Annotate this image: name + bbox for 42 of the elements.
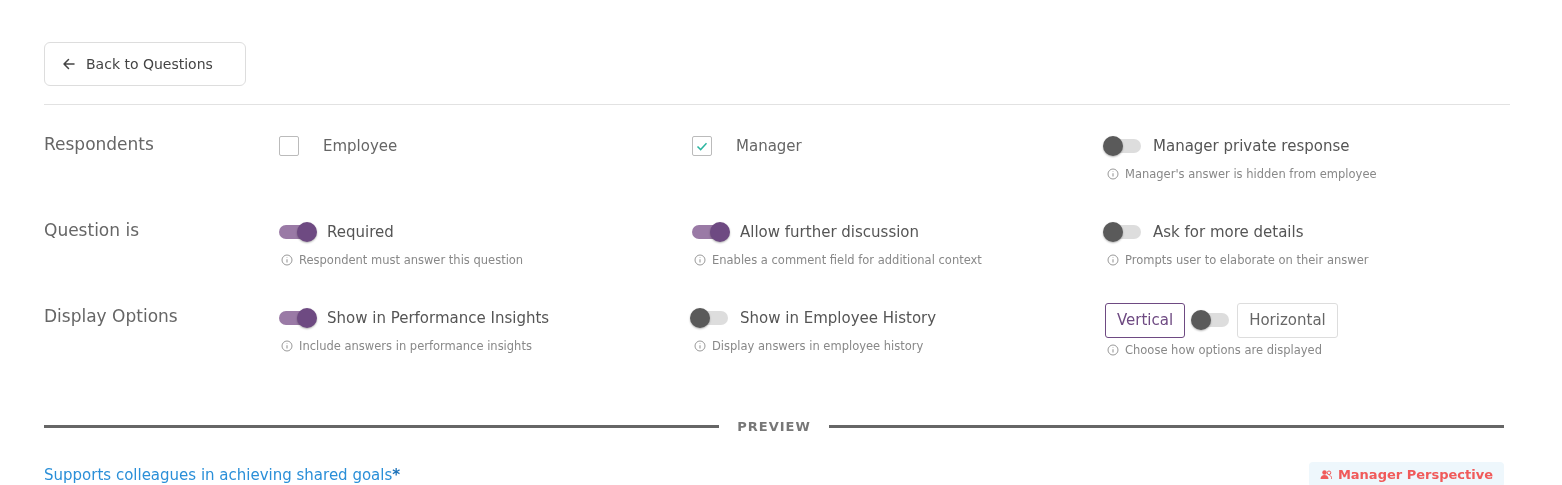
- toggle-label: Required: [327, 223, 394, 241]
- toggle-switch[interactable]: [1193, 313, 1230, 327]
- checkbox[interactable]: [692, 136, 712, 156]
- perspective-badge: Manager Perspective: [1308, 462, 1504, 485]
- hint-text: Respondent must answer this question: [299, 253, 524, 267]
- hint-text: Include answers in performance insights: [299, 339, 532, 353]
- info-icon: [694, 340, 706, 352]
- preview-heading: PREVIEW: [737, 419, 811, 434]
- hint-text: Enables a comment field for additional context: [712, 253, 982, 267]
- toggle-switch[interactable]: [692, 311, 728, 325]
- toggle-label: Show in Performance Insights: [327, 309, 550, 327]
- toggle-label: Ask for more details: [1153, 223, 1304, 241]
- hint-text: Display answers in employee history: [712, 339, 924, 353]
- section-label: Question is: [44, 219, 141, 242]
- arrow-left-icon: [61, 56, 77, 72]
- toggle-switch[interactable]: [279, 225, 315, 239]
- back-button[interactable]: Back to Questions: [44, 42, 246, 86]
- section-label: Respondents: [44, 133, 155, 156]
- hint-text: Choose how options are displayed: [1125, 343, 1322, 357]
- toggle-switch[interactable]: [1105, 225, 1141, 239]
- info-icon: [694, 254, 706, 266]
- toggle-switch[interactable]: [1105, 139, 1141, 153]
- checkbox-label: Employee: [323, 137, 398, 155]
- toggle-label: Allow further discussion: [740, 223, 920, 241]
- option-button[interactable]: Horizontal: [1237, 302, 1338, 338]
- info-icon: [281, 340, 293, 352]
- hint-text: Prompts user to elaborate on their answer: [1125, 253, 1369, 267]
- toggle-switch[interactable]: [692, 225, 728, 239]
- people-icon: [1319, 469, 1332, 480]
- info-icon: [281, 254, 293, 266]
- info-icon: [1107, 168, 1119, 180]
- toggle-label: Show in Employee History: [740, 309, 937, 327]
- section-label: Display Options: [44, 305, 179, 328]
- info-icon: [1107, 344, 1119, 356]
- hint-text: Manager's answer is hidden from employee: [1125, 167, 1377, 181]
- info-icon: [1107, 254, 1119, 266]
- checkbox[interactable]: [279, 136, 299, 156]
- toggle-switch[interactable]: [279, 311, 315, 325]
- question-text: Supports colleagues in achieving shared goals*: [44, 465, 401, 484]
- checkbox-label: Manager: [736, 137, 802, 155]
- option-button[interactable]: Vertical: [1105, 302, 1186, 338]
- toggle-label: Manager private response: [1153, 137, 1350, 155]
